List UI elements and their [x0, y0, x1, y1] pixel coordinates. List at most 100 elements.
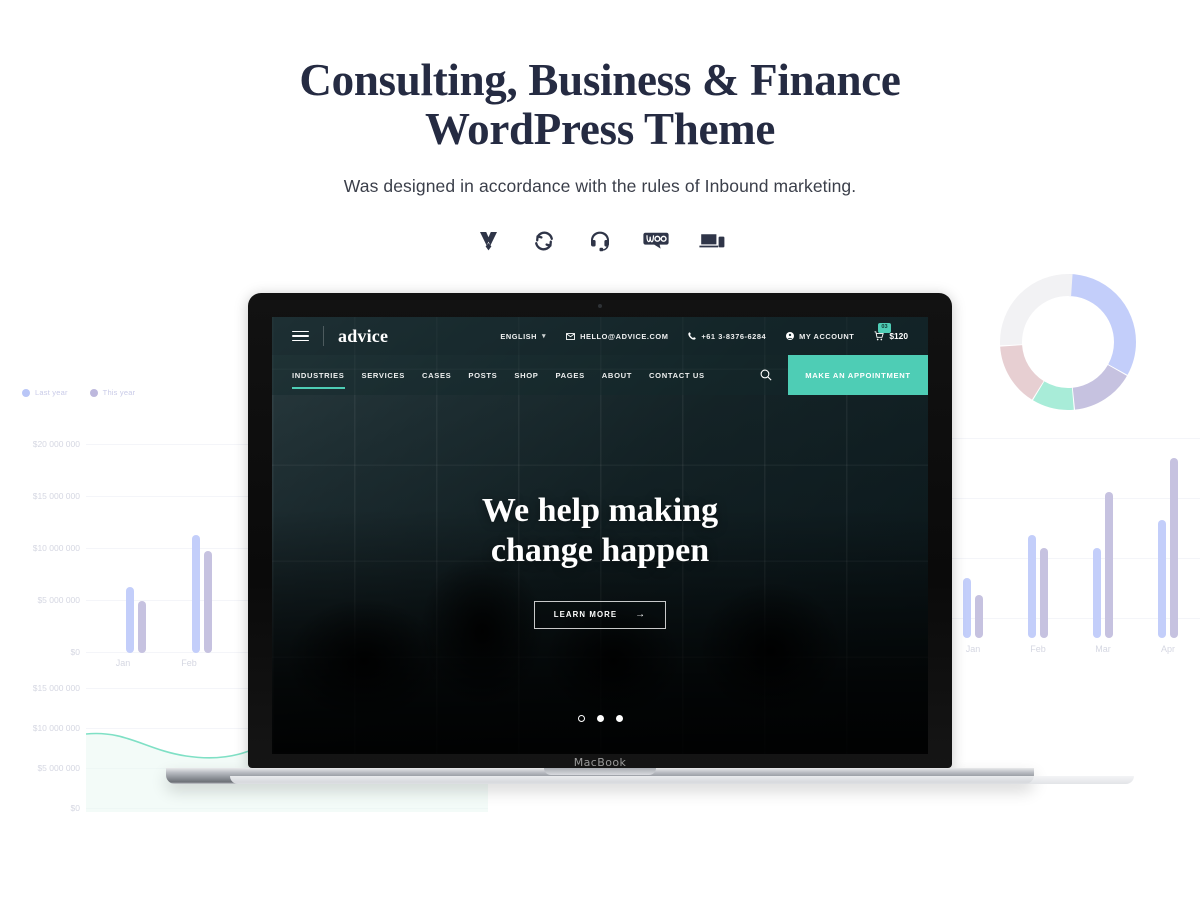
- learn-more-label: LEARN MORE: [553, 610, 618, 619]
- macbook-device: advice ENGLISH ▾ HELLO@ADVICE.COM +61 3-…: [166, 293, 1134, 784]
- bar-apr-this-year: [1170, 458, 1178, 638]
- bar-apr-last-year: [1158, 520, 1166, 638]
- x-tick-label: Apr: [1160, 644, 1175, 654]
- macbook-notch: [544, 768, 656, 775]
- y-tick-label: $0: [70, 803, 80, 813]
- website-preview: advice ENGLISH ▾ HELLO@ADVICE.COM +61 3-…: [272, 317, 928, 754]
- navbar-right-group: MAKE AN APPOINTMENT: [744, 355, 928, 395]
- primary-nav: INDUSTRIES SERVICES CASES POSTS SHOP PAG…: [272, 355, 705, 395]
- legend-label: Last year: [35, 388, 68, 397]
- y-tick-label: $20 000 000: [32, 439, 80, 449]
- legend-swatch: [22, 388, 30, 397]
- contact-email[interactable]: HELLO@ADVICE.COM: [566, 332, 668, 341]
- bar-jan-this-year: [138, 601, 146, 653]
- contact-phone[interactable]: +61 3-8376-6284: [688, 332, 766, 341]
- feature-icon-row: [0, 226, 1200, 256]
- hero-title-line-1: We help making: [481, 491, 719, 529]
- bar-mar-last-year: [1093, 548, 1101, 638]
- x-tick-label: Jan: [115, 658, 131, 668]
- nav-item-contact-us[interactable]: CONTACT US: [649, 360, 705, 391]
- page-title: Consulting, Business & Finance WordPress…: [0, 56, 1200, 154]
- page-subtitle: Was designed in accordance with the rule…: [343, 176, 857, 196]
- y-tick-label: $0: [70, 647, 80, 657]
- page-title-line-1: Consulting, Business & Finance: [299, 55, 901, 105]
- nav-item-pages[interactable]: PAGES: [556, 360, 585, 391]
- macbook-lid: advice ENGLISH ▾ HELLO@ADVICE.COM +61 3-…: [248, 293, 952, 769]
- legend-item-this-year: This year: [89, 388, 136, 397]
- nav-item-posts[interactable]: POSTS: [468, 360, 497, 391]
- y-tick-label: $15 000 000: [32, 683, 80, 693]
- nav-item-services[interactable]: SERVICES: [362, 360, 405, 391]
- hero-headline-block: Consulting, Business & Finance WordPress…: [0, 56, 1200, 197]
- hero-title-line-2: change happen: [490, 531, 710, 569]
- search-icon[interactable]: [744, 355, 788, 395]
- bar-jan-last-year: [963, 578, 971, 638]
- cart-total-label: $120: [889, 331, 908, 341]
- site-navbar: INDUSTRIES SERVICES CASES POSTS SHOP PAG…: [272, 355, 928, 395]
- legend-swatch: [89, 388, 98, 397]
- gridline: [86, 808, 488, 809]
- donut-segment-b: [1000, 274, 1136, 410]
- donut-segment-a: [1000, 274, 1136, 410]
- landing-page: Last year This year $20 000 000 $15 000 …: [0, 0, 1200, 900]
- support-headset-icon: [584, 226, 616, 256]
- x-tick-label: Feb: [1030, 644, 1046, 654]
- donut-segment-c: [1000, 274, 1136, 410]
- bar-feb-this-year: [204, 551, 212, 653]
- chart-legend: Last year This year: [22, 388, 135, 397]
- arrow-right-icon: →: [635, 608, 647, 620]
- legend-item-last-year: Last year: [22, 388, 68, 397]
- hamburger-menu-icon[interactable]: [292, 330, 309, 342]
- cart-count-badge: 03: [878, 323, 891, 333]
- bar-jan-this-year: [975, 595, 983, 638]
- y-tick-label: $10 000 000: [32, 723, 80, 733]
- site-logo[interactable]: advice: [338, 326, 388, 347]
- bar-feb-last-year: [192, 535, 200, 653]
- topbar-divider: [323, 326, 324, 346]
- hero-section: We help making change happen LEARN MORE …: [272, 395, 928, 754]
- bar-feb-last-year: [1028, 535, 1036, 638]
- visual-composer-icon: [472, 226, 504, 256]
- user-icon: [786, 332, 795, 340]
- nav-item-about[interactable]: ABOUT: [602, 360, 632, 391]
- bar-mar-this-year: [1105, 492, 1113, 638]
- x-tick-label: Jan: [965, 644, 981, 654]
- make-appointment-button[interactable]: MAKE AN APPOINTMENT: [788, 355, 928, 395]
- y-tick-label: $5 000 000: [37, 763, 80, 773]
- contact-email-label: HELLO@ADVICE.COM: [580, 331, 669, 341]
- macbook-foot: [230, 776, 1134, 784]
- page-title-line-2: WordPress Theme: [424, 104, 776, 154]
- responsive-devices-icon: [696, 226, 728, 256]
- donut-svg: [1000, 274, 1136, 410]
- woocommerce-icon: [640, 226, 672, 256]
- phone-icon: [688, 332, 697, 340]
- nav-item-cases[interactable]: CASES: [422, 360, 451, 391]
- donut-segment-d: [1000, 274, 1136, 410]
- y-tick-label: $15 000 000: [32, 491, 80, 501]
- x-tick-label: Mar: [1095, 644, 1111, 654]
- bar-feb-this-year: [1040, 548, 1048, 638]
- donut-segment-e: [1000, 274, 1136, 410]
- contact-phone-label: +61 3-8376-6284: [701, 331, 767, 341]
- hero-title: We help making change happen: [482, 491, 718, 571]
- learn-more-button[interactable]: LEARN MORE →: [534, 600, 666, 629]
- my-account-label: MY ACCOUNT: [799, 331, 855, 341]
- y-tick-label: $5 000 000: [37, 595, 80, 605]
- legend-label: This year: [102, 388, 136, 397]
- my-account-link[interactable]: MY ACCOUNT: [786, 332, 854, 341]
- y-tick-label: $10 000 000: [32, 543, 80, 553]
- macbook-screen: advice ENGLISH ▾ HELLO@ADVICE.COM +61 3-…: [272, 317, 928, 754]
- nav-item-industries[interactable]: INDUSTRIES: [292, 360, 345, 391]
- chart-donut: [978, 258, 1158, 426]
- envelope-icon: [566, 332, 576, 340]
- refresh-updates-icon: [528, 226, 560, 256]
- chevron-down-icon: ▾: [542, 333, 547, 340]
- nav-item-shop[interactable]: SHOP: [514, 360, 538, 391]
- bar-jan-last-year: [126, 587, 134, 653]
- cart-widget[interactable]: 03 $120: [874, 323, 908, 341]
- language-label: ENGLISH: [500, 331, 538, 341]
- language-selector[interactable]: ENGLISH ▾: [500, 332, 546, 341]
- x-tick-label: Feb: [181, 658, 197, 668]
- site-topbar: advice ENGLISH ▾ HELLO@ADVICE.COM +61 3-…: [272, 317, 928, 355]
- camera-icon: [598, 304, 602, 308]
